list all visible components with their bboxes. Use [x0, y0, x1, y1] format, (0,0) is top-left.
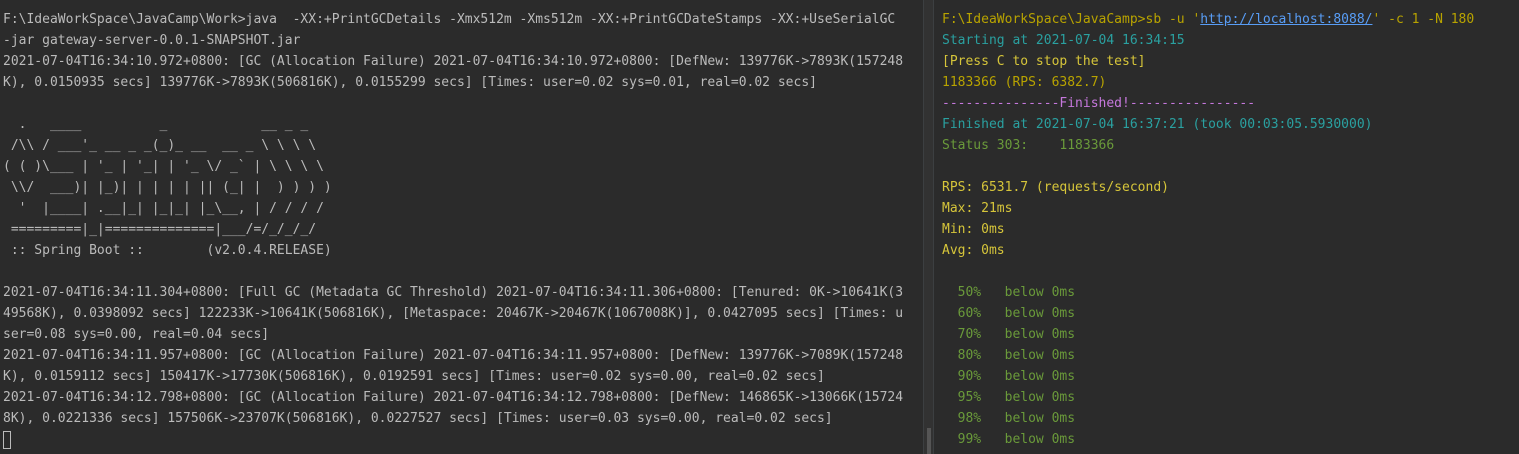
rps-line: RPS: 6531.7 (requests/second) — [942, 180, 1169, 195]
min-line: Min: 0ms — [942, 222, 1005, 237]
spring-banner-line: :: Spring Boot :: (v2.0.4.RELEASE) — [3, 243, 332, 258]
percentile-line: 99% below 0ms — [942, 432, 1076, 447]
terminal-line: 2021-07-04T16:34:12.798+0800: [GC (Alloc… — [3, 390, 904, 405]
command-line: F:\IdeaWorkSpace\JavaCamp>sb -u 'http://… — [942, 9, 1519, 30]
status-line: Status 303: 1183366 — [942, 138, 1115, 153]
command-suffix: ' -c 1 -N 180 — [1372, 12, 1475, 27]
percentile-line: 98% below 0ms — [942, 411, 1076, 426]
finished-banner: ---------------Finished!---------------- — [942, 96, 1256, 111]
prompt-line[interactable] — [3, 429, 923, 450]
terminal-window: F:\IdeaWorkSpace\JavaCamp\Work>java -XX:… — [0, 0, 1519, 454]
spring-banner-line: ( ( )\___ | '_ | '_| | '_ \/ _` | \ \ \ … — [3, 159, 324, 174]
percentile-line: 60% below 0ms — [942, 306, 1076, 321]
terminal-line: 8K), 0.0221336 secs] 157506K->23707K(506… — [3, 411, 833, 426]
percentile-line: 70% below 0ms — [942, 327, 1076, 342]
pane-splitter[interactable] — [923, 0, 934, 454]
spring-banner-line: . ____ _ __ _ _ — [3, 117, 309, 132]
percentile-line: 95% below 0ms — [942, 390, 1076, 405]
starting-line: Starting at 2021-07-04 16:34:15 — [942, 33, 1185, 48]
scrollbar-thumb[interactable] — [927, 428, 931, 454]
right-terminal-pane[interactable]: F:\IdeaWorkSpace\JavaCamp>sb -u 'http://… — [934, 0, 1519, 454]
left-terminal-output: F:\IdeaWorkSpace\JavaCamp\Work>java -XX:… — [3, 9, 923, 450]
terminal-line: F:\IdeaWorkSpace\JavaCamp\Work>java -XX:… — [3, 12, 896, 27]
finished-at-line: Finished at 2021-07-04 16:37:21 (took 00… — [942, 117, 1373, 132]
percentile-line: 90% below 0ms — [942, 369, 1076, 384]
terminal-line: ser=0.08 sys=0.00, real=0.04 secs] — [3, 327, 270, 342]
command-prefix: F:\IdeaWorkSpace\JavaCamp>sb -u ' — [942, 12, 1201, 27]
press-c-hint: [Press C to stop the test] — [942, 54, 1146, 69]
spring-banner-line: ' |____| .__|_| |_|_| |_\__, | / / / / — [3, 201, 324, 216]
spring-banner-line: \\/ ___)| |_)| | | | | || (_| | ) ) ) ) — [3, 180, 332, 195]
terminal-line: K), 0.0159112 secs] 150417K->17730K(5068… — [3, 369, 825, 384]
spring-banner-line: /\\ / ___'_ __ _ _(_)_ __ __ _ \ \ \ \ — [3, 138, 317, 153]
spring-banner-line: =========|_|==============|___/=/_/_/_/ — [3, 222, 317, 237]
percentile-line: 50% below 0ms — [942, 285, 1076, 300]
percentile-line: 80% below 0ms — [942, 348, 1076, 363]
max-line: Max: 21ms — [942, 201, 1013, 216]
text-cursor — [3, 430, 11, 449]
terminal-line: -jar gateway-server-0.0.1-SNAPSHOT.jar — [3, 33, 301, 48]
progress-line: 1183366 (RPS: 6382.7) — [942, 75, 1107, 90]
terminal-line: 2021-07-04T16:34:11.957+0800: [GC (Alloc… — [3, 348, 904, 363]
avg-line: Avg: 0ms — [942, 243, 1005, 258]
right-terminal-output: F:\IdeaWorkSpace\JavaCamp>sb -u 'http://… — [942, 9, 1519, 450]
terminal-line: K), 0.0150935 secs] 139776K->7893K(50681… — [3, 75, 817, 90]
terminal-line: 2021-07-04T16:34:11.304+0800: [Full GC (… — [3, 285, 904, 300]
terminal-line: 49568K), 0.0398092 secs] 122233K->10641K… — [3, 306, 904, 321]
terminal-line: 2021-07-04T16:34:10.972+0800: [GC (Alloc… — [3, 54, 904, 69]
url-link[interactable]: http://localhost:8088/ — [1200, 12, 1372, 27]
left-terminal-pane[interactable]: F:\IdeaWorkSpace\JavaCamp\Work>java -XX:… — [0, 0, 923, 454]
